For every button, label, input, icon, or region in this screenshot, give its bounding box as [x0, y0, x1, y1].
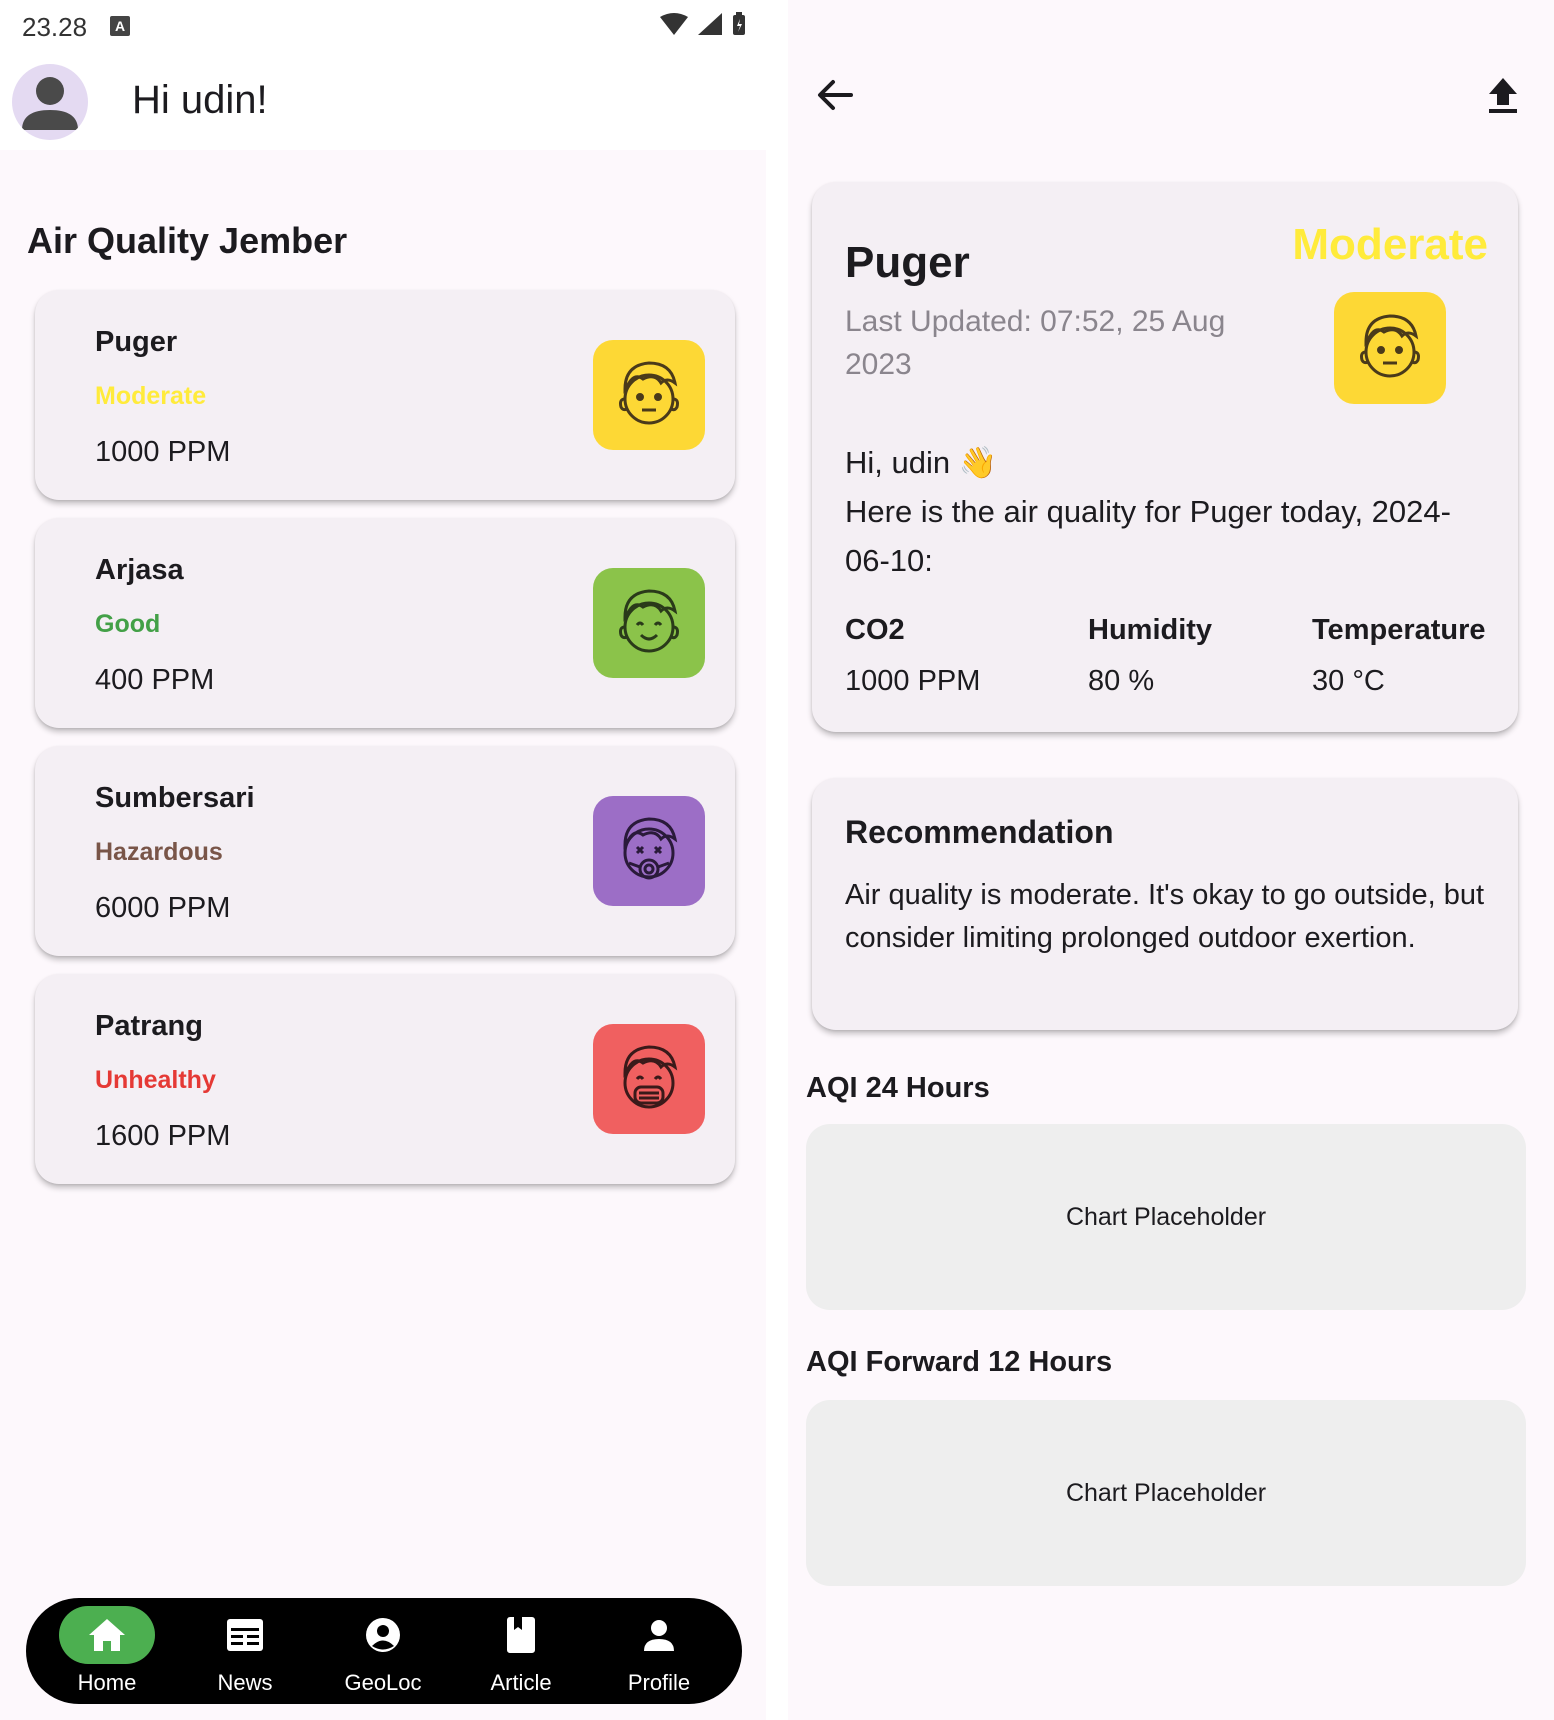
home-icon: [59, 1606, 155, 1664]
news-icon: [197, 1606, 293, 1664]
nav-home[interactable]: Home: [42, 1598, 172, 1704]
location-ppm: 1000 PPM: [95, 436, 231, 468]
face-mask-icon: [593, 1024, 705, 1134]
avatar[interactable]: [12, 64, 88, 140]
home-screen: 23.28 A Hi udin! Air Quality Jember Puge…: [0, 0, 766, 1720]
greeting-message: Hi, udin 👋 Here is the air quality for P…: [845, 438, 1495, 585]
gas-mask-face-icon: [593, 796, 705, 906]
geoloc-icon: [335, 1606, 431, 1664]
metric-value: 80 %: [1088, 665, 1155, 697]
signal-icon: [698, 13, 722, 35]
location-status: Unhealthy: [95, 1066, 216, 1094]
chart-placeholder-text: Chart Placeholder: [1065, 1478, 1267, 1507]
location-card-sumbersari[interactable]: Sumbersari Hazardous 6000 PPM: [35, 746, 735, 956]
chart-title-forward-12h: AQI Forward 12 Hours: [806, 1346, 1113, 1378]
status-time: 23.28: [22, 12, 88, 42]
metric-co2: CO2 1000 PPM: [845, 614, 980, 698]
status-label: Moderate: [1292, 220, 1488, 269]
metric-label: CO2: [845, 614, 905, 646]
recommendation-title: Recommendation: [845, 814, 1114, 850]
article-icon: [473, 1606, 569, 1664]
location-name: Puger: [95, 326, 178, 358]
app-header: Hi udin!: [0, 58, 766, 150]
location-card-puger[interactable]: Puger Moderate 1000 PPM: [35, 290, 735, 500]
nav-profile[interactable]: Profile: [594, 1598, 724, 1704]
metric-label: Temperature: [1312, 614, 1486, 646]
chart-placeholder-text: Chart Placeholder: [1065, 1202, 1267, 1231]
notification-a-icon: A: [110, 16, 130, 36]
bottom-navigation: Home News GeoLoc Article Profile: [26, 1598, 742, 1704]
status-bar: 23.28 A: [0, 0, 766, 58]
status-bar: [788, 0, 1554, 44]
chart-placeholder-forward-12h: Chart Placeholder: [806, 1400, 1526, 1586]
location-status: Good: [95, 610, 161, 638]
recommendation-card: Recommendation Air quality is moderate. …: [812, 778, 1518, 1030]
smile-face-icon: [593, 568, 705, 678]
metric-label: Humidity: [1088, 614, 1213, 646]
profile-icon: [611, 1606, 707, 1664]
upload-button[interactable]: [1478, 70, 1528, 120]
arrow-left-icon: [818, 80, 853, 110]
metric-value: 30 °C: [1312, 665, 1385, 697]
location-card-patrang[interactable]: Patrang Unhealthy 1600 PPM: [35, 974, 735, 1184]
last-updated: Last Updated: 07:52, 25 Aug 2023: [845, 305, 1226, 381]
wifi-icon: [660, 13, 688, 35]
location-ppm: 400 PPM: [95, 664, 215, 696]
location-status: Hazardous: [95, 838, 223, 866]
section-title: Air Quality Jember: [27, 220, 348, 261]
greeting-line: Hi, udin 👋: [845, 445, 998, 480]
chart-placeholder-24h: Chart Placeholder: [806, 1124, 1526, 1310]
nav-label: Home: [77, 1670, 137, 1695]
status-icons: [660, 12, 746, 36]
location-card-arjasa[interactable]: Arjasa Good 400 PPM: [35, 518, 735, 728]
nav-label: Profile: [627, 1670, 691, 1695]
nav-label: Article: [490, 1670, 552, 1695]
chart-title-24h: AQI 24 Hours: [806, 1072, 990, 1104]
user-avatar-icon: [22, 77, 78, 130]
location-ppm: 1600 PPM: [95, 1120, 231, 1152]
nav-geoloc[interactable]: GeoLoc: [318, 1598, 448, 1704]
upload-icon: [1489, 78, 1517, 113]
metric-temperature: Temperature 30 °C: [1312, 614, 1486, 698]
location-status: Moderate: [95, 382, 207, 410]
battery-icon: [733, 12, 745, 35]
metric-humidity: Humidity 80 %: [1088, 614, 1212, 698]
nav-news[interactable]: News: [180, 1598, 310, 1704]
detail-screen: Puger Moderate Last Updated: 07:52, 25 A…: [788, 0, 1554, 1720]
back-button[interactable]: [810, 70, 860, 120]
nav-article[interactable]: Article: [456, 1598, 586, 1704]
recommendation-text: Air quality is moderate. It's okay to go…: [845, 879, 1485, 954]
metric-value: 1000 PPM: [845, 665, 981, 697]
neutral-face-icon: [593, 340, 705, 450]
location-name: Puger: [845, 238, 970, 287]
nav-label: GeoLoc: [344, 1670, 422, 1695]
neutral-face-icon: [1334, 292, 1446, 404]
air-quality-detail-card: Puger Moderate Last Updated: 07:52, 25 A…: [812, 182, 1518, 732]
location-ppm: 6000 PPM: [95, 892, 231, 924]
nav-label: News: [217, 1670, 273, 1695]
greeting-text: Hi udin!: [132, 78, 268, 122]
greeting-subline: Here is the air quality for Puger today,…: [845, 494, 1451, 578]
location-name: Sumbersari: [95, 782, 255, 814]
location-name: Arjasa: [95, 554, 184, 586]
location-name: Patrang: [95, 1010, 203, 1042]
